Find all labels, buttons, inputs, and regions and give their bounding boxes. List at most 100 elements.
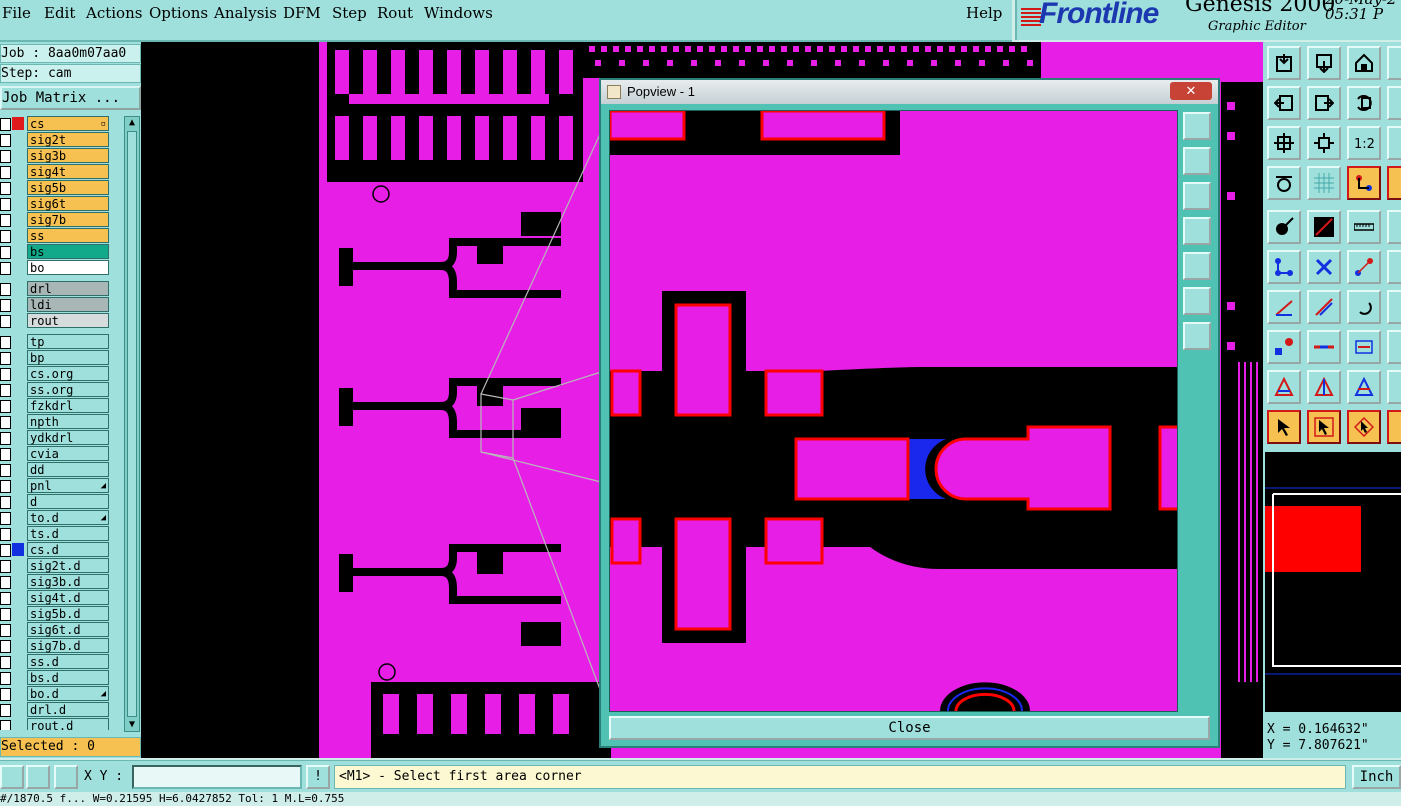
pointer-select-icon[interactable] <box>1307 410 1341 444</box>
popview-center-icon[interactable] <box>1183 322 1211 350</box>
menu-edit[interactable]: Edit <box>44 4 75 22</box>
rotate-tool-icon[interactable] <box>1347 290 1381 324</box>
pan-left-icon[interactable] <box>1267 86 1301 120</box>
pointer-area-icon[interactable] <box>1347 410 1381 444</box>
layer-row[interactable]: bp <box>0 350 122 365</box>
layer-row[interactable]: npth <box>0 414 122 429</box>
close-icon[interactable]: ✕ <box>1170 82 1212 100</box>
layer-row[interactable]: cs.org <box>0 366 122 381</box>
xy-input[interactable] <box>132 765 302 789</box>
layer-name[interactable]: sig3b <box>27 148 109 163</box>
unit-toggle-button[interactable]: Inch <box>1352 765 1401 789</box>
extra-tool-icon[interactable] <box>1387 210 1401 244</box>
layer-checkbox[interactable] <box>0 336 11 349</box>
layer-name[interactable]: cs.org <box>27 366 109 381</box>
layer-checkbox[interactable] <box>0 688 11 701</box>
slope-tool-icon[interactable] <box>1267 290 1301 324</box>
layer-checkbox[interactable] <box>0 544 11 557</box>
layer-checkbox[interactable] <box>0 262 11 275</box>
menu-options[interactable]: Options <box>149 4 208 22</box>
layer-checkbox[interactable] <box>0 416 11 429</box>
menu-file[interactable]: File <box>2 4 31 22</box>
snap-tool-icon[interactable] <box>1347 166 1381 200</box>
layer-name[interactable]: rout.d <box>27 718 109 730</box>
layer-row[interactable]: d <box>0 494 122 509</box>
measure-tool-icon[interactable] <box>1347 330 1381 364</box>
layer-row[interactable]: sig4t <box>0 164 122 179</box>
draw-line-icon[interactable] <box>1307 210 1341 244</box>
layer-checkbox[interactable] <box>0 315 11 328</box>
angle-tool-icon[interactable] <box>1307 370 1341 404</box>
angle-measure-icon[interactable] <box>26 765 50 789</box>
layer-row[interactable]: sig7b.d <box>0 638 122 653</box>
layer-checkbox[interactable] <box>0 528 11 541</box>
layer-name[interactable]: sig2t <box>27 132 109 147</box>
layer-row[interactable]: bo.d ◢ <box>0 686 122 701</box>
layer-row[interactable]: bs.d <box>0 670 122 685</box>
layer-checkbox[interactable] <box>0 299 11 312</box>
select-tool-icon[interactable] <box>1267 210 1301 244</box>
layer-checkbox[interactable] <box>0 592 11 605</box>
zoom-1-2-icon[interactable]: 1:2 <box>1347 126 1381 160</box>
layer-checkbox[interactable] <box>0 464 11 477</box>
layer-row[interactable]: ts.d <box>0 526 122 541</box>
alert-button[interactable]: ! <box>306 765 330 789</box>
layer-row[interactable]: drl <box>0 281 122 296</box>
popview-zoom-out-icon[interactable] <box>1183 182 1211 210</box>
layer-name[interactable]: fzkdrl <box>27 398 109 413</box>
layer-row[interactable]: cvia <box>0 446 122 461</box>
layer-name[interactable]: sig7b.d <box>27 638 109 653</box>
layer-name[interactable]: bo <box>27 260 109 275</box>
layer-checkbox[interactable] <box>0 512 11 525</box>
layer-row[interactable]: sig3b <box>0 148 122 163</box>
extra-tool-icon[interactable] <box>1387 166 1401 200</box>
layer-row[interactable]: ss <box>0 228 122 243</box>
layer-checkbox[interactable] <box>0 704 11 717</box>
zoom-home-icon[interactable] <box>1267 46 1301 80</box>
layer-checkbox[interactable] <box>0 214 11 227</box>
layer-checkbox[interactable] <box>0 496 11 509</box>
menu-analysis[interactable]: Analysis <box>214 4 277 22</box>
layer-row[interactable]: cs ▫ <box>0 116 122 131</box>
layer-row[interactable]: sig3b.d <box>0 574 122 589</box>
extra-tool-icon[interactable] <box>1387 126 1401 160</box>
layer-row[interactable]: sig4t.d <box>0 590 122 605</box>
layer-row[interactable]: sig5b <box>0 180 122 195</box>
layer-checkbox[interactable] <box>0 118 11 131</box>
grid-snap-icon[interactable] <box>54 765 78 789</box>
polygon-tool-icon[interactable] <box>1347 370 1381 404</box>
zoom-in-icon[interactable] <box>1307 46 1341 80</box>
scroll-thumb[interactable] <box>127 131 137 717</box>
layer-checkbox[interactable] <box>0 182 11 195</box>
grid-icon[interactable] <box>1307 166 1341 200</box>
net-tool-icon[interactable] <box>1267 250 1301 284</box>
layer-checkbox[interactable] <box>0 720 11 730</box>
layer-checkbox[interactable] <box>0 230 11 243</box>
zoom-center-icon[interactable] <box>1307 126 1341 160</box>
layer-row[interactable]: sig6t <box>0 196 122 211</box>
layer-checkbox[interactable] <box>0 352 11 365</box>
layer-name[interactable]: to.d ◢ <box>27 510 109 525</box>
layer-name[interactable]: ss.d <box>27 654 109 669</box>
layer-checkbox[interactable] <box>0 640 11 653</box>
layer-name[interactable]: ldi <box>27 297 109 312</box>
layer-name[interactable]: ss.org <box>27 382 109 397</box>
layer-scrollbar[interactable]: ▲ ▼ <box>124 116 140 732</box>
layer-row[interactable]: sig6t.d <box>0 622 122 637</box>
layer-row[interactable]: bo <box>0 260 122 275</box>
popview-pan-left-icon[interactable] <box>1183 217 1211 245</box>
layer-row[interactable]: ss.d <box>0 654 122 669</box>
redraw-icon[interactable] <box>1347 86 1381 120</box>
layer-row[interactable]: bs <box>0 244 122 259</box>
layer-name[interactable]: pnl ◢ <box>27 478 109 493</box>
arc-tool-icon[interactable] <box>1347 250 1381 284</box>
layer-name[interactable]: sig4t <box>27 164 109 179</box>
popview-canvas[interactable] <box>609 110 1178 712</box>
layer-name[interactable]: rout <box>27 313 109 328</box>
popview-titlebar[interactable]: Popview - 1 ✕ <box>601 80 1218 104</box>
popview-zoom-in-icon[interactable] <box>1183 147 1211 175</box>
layer-name[interactable]: drl.d <box>27 702 109 717</box>
layer-row[interactable]: rout <box>0 313 122 328</box>
pan-right-icon[interactable] <box>1307 86 1341 120</box>
layer-row[interactable]: rout.d <box>0 718 122 730</box>
